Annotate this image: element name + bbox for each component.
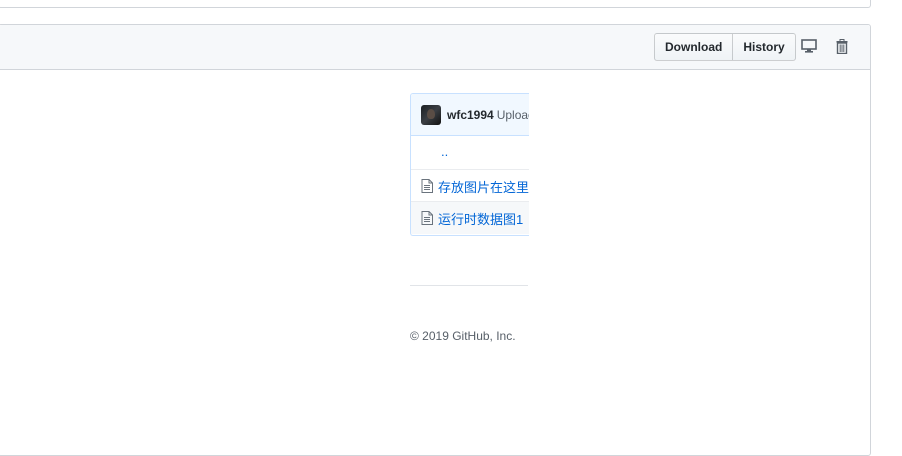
file-link[interactable]: 存放图片在这里 (438, 177, 529, 196)
file-link[interactable]: 运行时数据图1 (438, 209, 523, 228)
parent-directory-link[interactable]: .. (441, 144, 448, 159)
file-icon (421, 211, 433, 225)
avatar[interactable] (421, 104, 441, 125)
file-icon (421, 179, 433, 193)
list-item: 存放图片在这里 (411, 169, 529, 202)
history-button[interactable]: History (732, 33, 796, 61)
latest-commit-bar: wfc1994 Uploac (411, 94, 529, 136)
parent-directory-row: .. (411, 135, 529, 167)
download-button[interactable]: Download (654, 33, 734, 61)
file-header: Download History (0, 25, 870, 70)
list-item: 运行时数据图1 (411, 201, 529, 234)
file-actions-button-group: Download History (654, 33, 796, 61)
desktop-icon[interactable] (800, 38, 818, 54)
commit-author[interactable]: wfc1994 (447, 108, 494, 122)
file-container: Download History (0, 24, 871, 456)
commit-message[interactable]: Uploac (497, 108, 529, 122)
embedded-directory-listing: wfc1994 Uploac .. 存放图片在这里 运行时数据图1 (410, 93, 529, 236)
previous-section-card (0, 0, 871, 8)
footer-copyright: © 2019 GitHub, Inc. (410, 329, 516, 343)
footer-divider (410, 285, 528, 286)
trash-icon[interactable] (833, 38, 851, 54)
